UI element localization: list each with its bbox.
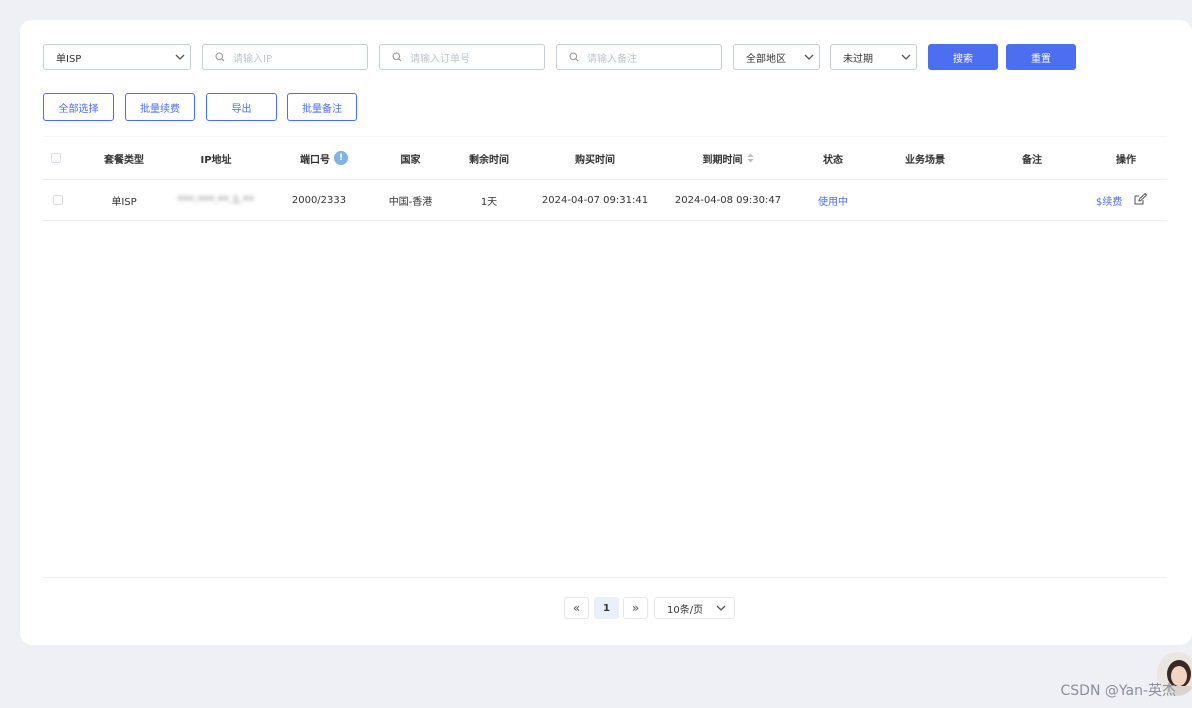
page-size-value: 10条/页 (667, 604, 704, 616)
header-ip: IP地址 (200, 154, 232, 166)
cell-expire-time: 2024-04-08 09:30:47 (674, 194, 782, 206)
search-icon (384, 44, 410, 70)
page-number-1[interactable]: 1 (594, 597, 619, 619)
header-purchase-time: 购买时间 (575, 154, 615, 166)
export-button[interactable]: 导出 (206, 93, 277, 121)
header-checkbox-cell (43, 137, 69, 179)
header-scenario: 业务场景 (905, 154, 945, 166)
region-select-value: 全部地区 (746, 53, 786, 65)
prev-page-button[interactable]: « (564, 597, 589, 619)
order-search-placeholder: 请输入订单号 (410, 53, 470, 65)
expiry-select[interactable]: 未过期 (830, 44, 917, 70)
cell-remark (1012, 180, 1052, 220)
cell-operation: $续费 (1096, 180, 1166, 220)
select-all-checkbox[interactable] (51, 153, 61, 163)
info-icon[interactable]: ! (334, 151, 348, 165)
header-port: 端口号 (300, 154, 330, 166)
order-search-input[interactable]: 请输入订单号 (379, 44, 545, 70)
header-remark: 备注 (1022, 154, 1042, 166)
renew-link[interactable]: $续费 (1096, 193, 1122, 208)
chevron-down-icon (799, 44, 819, 70)
package-type-select-value: 单ISP (56, 53, 82, 65)
cell-remaining: 1天 (480, 196, 498, 208)
edit-icon[interactable] (1134, 192, 1148, 208)
reset-button[interactable]: 重置 (1006, 44, 1076, 70)
cell-country: 中国-香港 (388, 196, 433, 208)
row-checkbox[interactable] (53, 195, 63, 205)
remark-search-placeholder: 请输入备注 (587, 53, 637, 65)
sort-icon[interactable] (747, 153, 754, 163)
table-row: 单ISP ***.***.**.1.** 2000/2333 中国-香港 1天 … (43, 180, 1167, 221)
search-button[interactable]: 搜索 (928, 44, 998, 70)
batch-remark-button[interactable]: 批量备注 (287, 93, 357, 121)
cell-purchase-time: 2024-04-07 09:31:41 (541, 194, 649, 206)
filter-bar: 单ISP 请输入IP 请输入订单号 请输入备注 全部地区 未过期 搜索 重置 (43, 44, 1183, 70)
cell-package-type: 单ISP (111, 196, 137, 208)
chevron-down-icon (170, 44, 190, 70)
ip-search-placeholder: 请输入IP (233, 53, 272, 65)
cell-port: 2000/2333 (291, 194, 347, 206)
cell-scenario (895, 180, 955, 220)
region-select[interactable]: 全部地区 (733, 44, 820, 70)
header-remaining: 剩余时间 (469, 154, 509, 166)
watermark-text: CSDN @Yan-英杰 (1060, 683, 1177, 699)
next-page-button[interactable]: » (623, 597, 648, 619)
table-header: 套餐类型 IP地址 端口号 ! 国家 剩余时间 购买时间 到期时间 状态 业务场… (43, 136, 1167, 180)
row-checkbox-cell (43, 180, 73, 220)
chevron-down-icon (896, 44, 916, 70)
chevron-down-icon (716, 603, 726, 614)
select-all-button[interactable]: 全部选择 (43, 93, 114, 121)
remark-search-input[interactable]: 请输入备注 (556, 44, 722, 70)
header-status: 状态 (823, 154, 843, 166)
page-size-select[interactable]: 10条/页 (654, 597, 735, 619)
header-country: 国家 (400, 154, 421, 166)
header-package-type: 套餐类型 (104, 154, 144, 166)
pagination-divider (43, 577, 1167, 578)
expiry-select-value: 未过期 (843, 53, 873, 65)
search-icon (561, 44, 587, 70)
cell-status: 使用中 (818, 196, 848, 208)
ip-search-input[interactable]: 请输入IP (202, 44, 368, 70)
main-card: 单ISP 请输入IP 请输入订单号 请输入备注 全部地区 未过期 搜索 重置 全… (20, 20, 1192, 645)
ip-table: 套餐类型 IP地址 端口号 ! 国家 剩余时间 购买时间 到期时间 状态 业务场… (43, 136, 1167, 221)
cell-ip: ***.***.**.1.** (177, 194, 255, 206)
header-expire-time: 到期时间 (702, 154, 743, 166)
header-expire-time-cell: 到期时间 (683, 137, 773, 179)
header-port-cell: 端口号 ! (279, 137, 369, 179)
header-operation: 操作 (1116, 154, 1136, 166)
search-icon (207, 44, 233, 70)
package-type-select[interactable]: 单ISP (43, 44, 191, 70)
batch-renew-button[interactable]: 批量续费 (125, 93, 195, 121)
